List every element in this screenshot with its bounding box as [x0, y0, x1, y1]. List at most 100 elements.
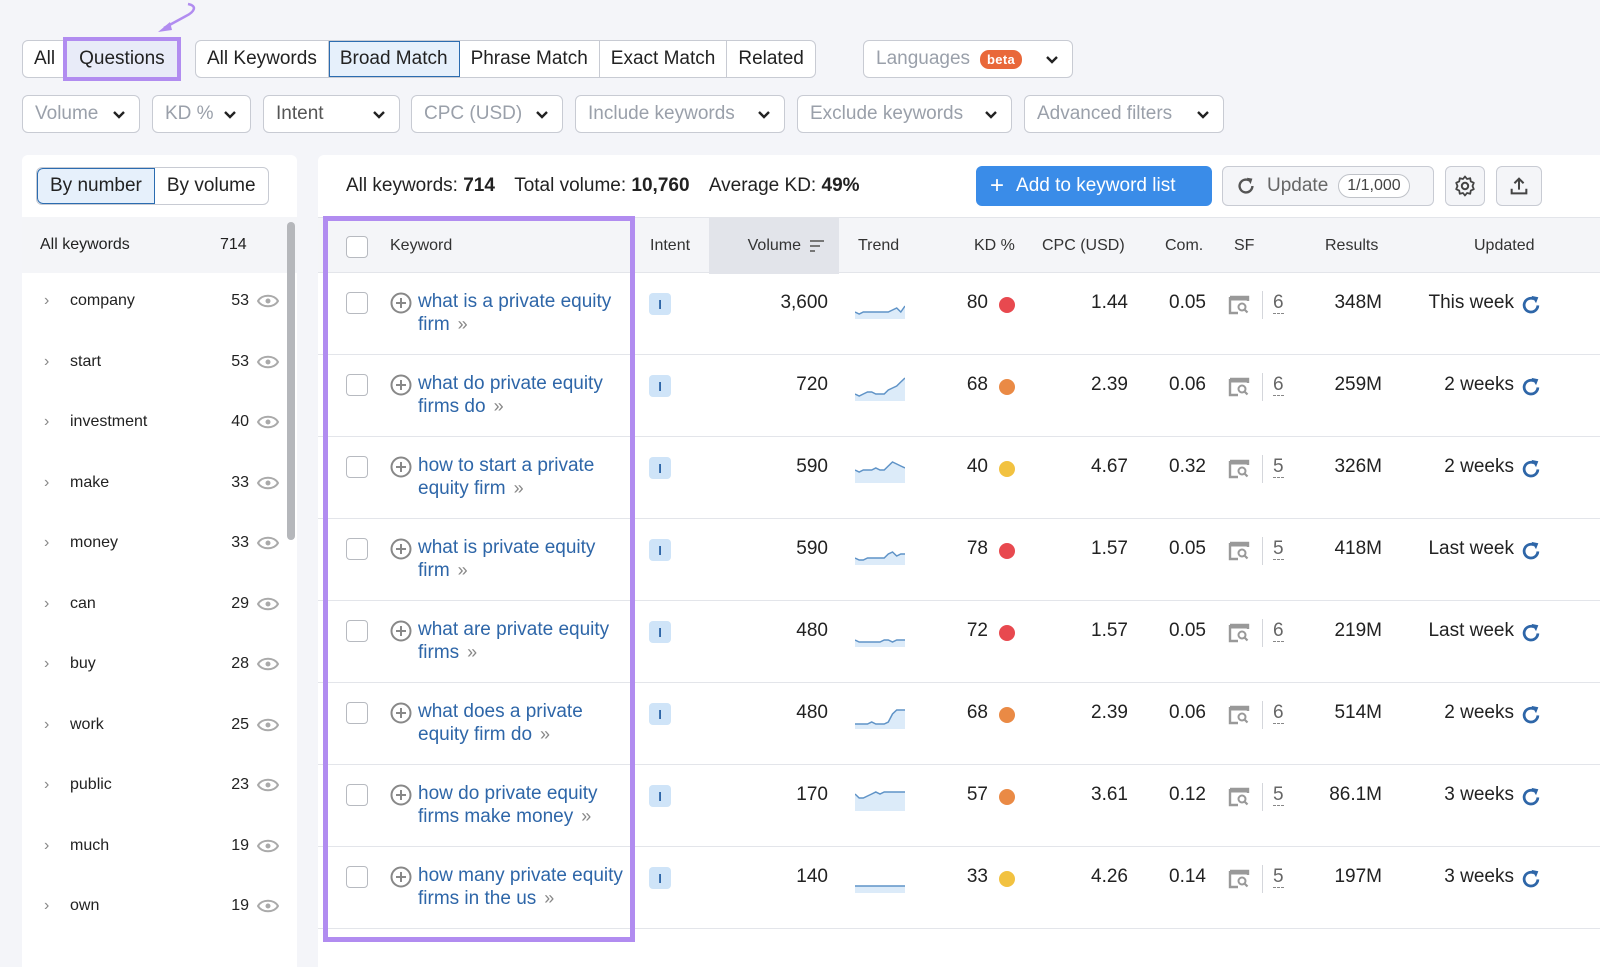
column-competition[interactable]: Com.	[1165, 218, 1203, 274]
tab-exact-match[interactable]: Exact Match	[600, 41, 728, 77]
add-keyword-icon[interactable]	[390, 538, 412, 560]
chevron-right-icon[interactable]: ›	[44, 897, 49, 915]
eye-icon[interactable]	[257, 595, 279, 613]
serp-features-count[interactable]: 5	[1273, 457, 1284, 478]
keyword-link[interactable]: what is a private equity firm»	[418, 290, 633, 336]
row-checkbox[interactable]	[346, 702, 368, 724]
tab-broad-match[interactable]: Broad Match	[328, 41, 460, 77]
exclude-keywords-filter[interactable]: Exclude keywords	[797, 95, 1012, 133]
refresh-icon[interactable]	[1520, 457, 1542, 481]
refresh-icon[interactable]	[1520, 293, 1542, 317]
serp-features-count[interactable]: 6	[1273, 375, 1284, 396]
add-keyword-icon[interactable]	[390, 620, 412, 642]
all-keywords-group[interactable]: All keywords 714	[22, 217, 297, 273]
eye-icon[interactable]	[257, 837, 279, 855]
eye-icon[interactable]	[257, 474, 279, 492]
keyword-link[interactable]: how many private equity firms in the us»	[418, 864, 633, 910]
add-keyword-icon[interactable]	[390, 456, 412, 478]
eye-icon[interactable]	[257, 413, 279, 431]
serp-features-icon[interactable]	[1228, 459, 1250, 479]
chevron-right-icon[interactable]: ›	[44, 474, 49, 492]
intent-filter[interactable]: Intent	[263, 95, 400, 133]
languages-dropdown[interactable]: Languages beta	[863, 40, 1073, 78]
serp-features-icon[interactable]	[1228, 869, 1250, 889]
column-updated[interactable]: Updated	[1474, 218, 1535, 274]
double-chevron-right-icon[interactable]: »	[514, 478, 524, 498]
sidebar-group-item[interactable]: › public 23	[22, 755, 287, 815]
sidebar-scrollbar[interactable]	[287, 222, 295, 540]
row-checkbox[interactable]	[346, 866, 368, 888]
keyword-link[interactable]: how to start a private equity firm»	[418, 454, 633, 500]
column-results[interactable]: Results	[1325, 218, 1378, 274]
tab-questions[interactable]: Questions	[67, 41, 177, 77]
add-keyword-icon[interactable]	[390, 374, 412, 396]
sidebar-group-item[interactable]: › own 19	[22, 876, 287, 936]
serp-features-count[interactable]: 6	[1273, 703, 1284, 724]
advanced-filters[interactable]: Advanced filters	[1024, 95, 1224, 133]
chevron-right-icon[interactable]: ›	[44, 716, 49, 734]
serp-features-count[interactable]: 5	[1273, 539, 1284, 560]
tab-all-keywords[interactable]: All Keywords	[196, 41, 329, 77]
chevron-right-icon[interactable]: ›	[44, 353, 49, 371]
include-keywords-filter[interactable]: Include keywords	[575, 95, 785, 133]
chevron-right-icon[interactable]: ›	[44, 837, 49, 855]
sidebar-group-item[interactable]: › start 53	[22, 332, 287, 392]
double-chevron-right-icon[interactable]: »	[494, 396, 504, 416]
eye-icon[interactable]	[257, 292, 279, 310]
column-cpc[interactable]: CPC (USD)	[1042, 218, 1125, 274]
double-chevron-right-icon[interactable]: »	[467, 642, 477, 662]
update-button[interactable]: Update 1/1,000	[1222, 166, 1434, 206]
chevron-right-icon[interactable]: ›	[44, 292, 49, 310]
double-chevron-right-icon[interactable]: »	[540, 724, 550, 744]
cpc-filter[interactable]: CPC (USD)	[411, 95, 563, 133]
double-chevron-right-icon[interactable]: »	[581, 806, 591, 826]
add-to-keyword-list-button[interactable]: + Add to keyword list	[976, 166, 1212, 206]
refresh-icon[interactable]	[1520, 703, 1542, 727]
tab-phrase-match[interactable]: Phrase Match	[460, 41, 600, 77]
tab-related[interactable]: Related	[727, 41, 815, 77]
sidebar-group-item[interactable]: › buy 28	[22, 634, 287, 694]
serp-features-count[interactable]: 6	[1273, 621, 1284, 642]
eye-icon[interactable]	[257, 534, 279, 552]
row-checkbox[interactable]	[346, 292, 368, 314]
kd-filter[interactable]: KD %	[152, 95, 251, 133]
eye-icon[interactable]	[257, 897, 279, 915]
column-intent[interactable]: Intent	[650, 218, 690, 274]
chevron-right-icon[interactable]: ›	[44, 413, 49, 431]
serp-features-icon[interactable]	[1228, 787, 1250, 807]
serp-features-icon[interactable]	[1228, 705, 1250, 725]
row-checkbox[interactable]	[346, 374, 368, 396]
chevron-right-icon[interactable]: ›	[44, 595, 49, 613]
refresh-icon[interactable]	[1520, 621, 1542, 645]
sidebar-group-item[interactable]: › can 29	[22, 574, 287, 634]
chevron-right-icon[interactable]: ›	[44, 534, 49, 552]
refresh-icon[interactable]	[1520, 375, 1542, 399]
add-keyword-icon[interactable]	[390, 784, 412, 806]
double-chevron-right-icon[interactable]: »	[544, 888, 554, 908]
column-trend[interactable]: Trend	[858, 218, 899, 274]
select-all-checkbox[interactable]	[346, 236, 368, 258]
eye-icon[interactable]	[257, 655, 279, 673]
keyword-link[interactable]: what do private equity firms do»	[418, 372, 633, 418]
settings-button[interactable]	[1445, 166, 1485, 206]
by-number-button[interactable]: By number	[37, 168, 155, 204]
row-checkbox[interactable]	[346, 456, 368, 478]
serp-features-icon[interactable]	[1228, 541, 1250, 561]
row-checkbox[interactable]	[346, 784, 368, 806]
add-keyword-icon[interactable]	[390, 292, 412, 314]
eye-icon[interactable]	[257, 716, 279, 734]
serp-features-icon[interactable]	[1228, 623, 1250, 643]
eye-icon[interactable]	[257, 353, 279, 371]
serp-features-icon[interactable]	[1228, 295, 1250, 315]
by-volume-button[interactable]: By volume	[155, 168, 268, 204]
sidebar-group-item[interactable]: › money 33	[22, 513, 287, 573]
sidebar-group-item[interactable]: › much 19	[22, 816, 287, 876]
keyword-link[interactable]: what does a private equity firm do»	[418, 700, 633, 746]
refresh-icon[interactable]	[1520, 539, 1542, 563]
keyword-link[interactable]: how do private equity firms make money»	[418, 782, 633, 828]
refresh-icon[interactable]	[1520, 867, 1542, 891]
column-volume[interactable]: Volume	[709, 218, 839, 274]
sidebar-group-item[interactable]: › investment 40	[22, 392, 287, 452]
double-chevron-right-icon[interactable]: »	[458, 314, 468, 334]
sidebar-group-item[interactable]: › make 33	[22, 453, 287, 513]
